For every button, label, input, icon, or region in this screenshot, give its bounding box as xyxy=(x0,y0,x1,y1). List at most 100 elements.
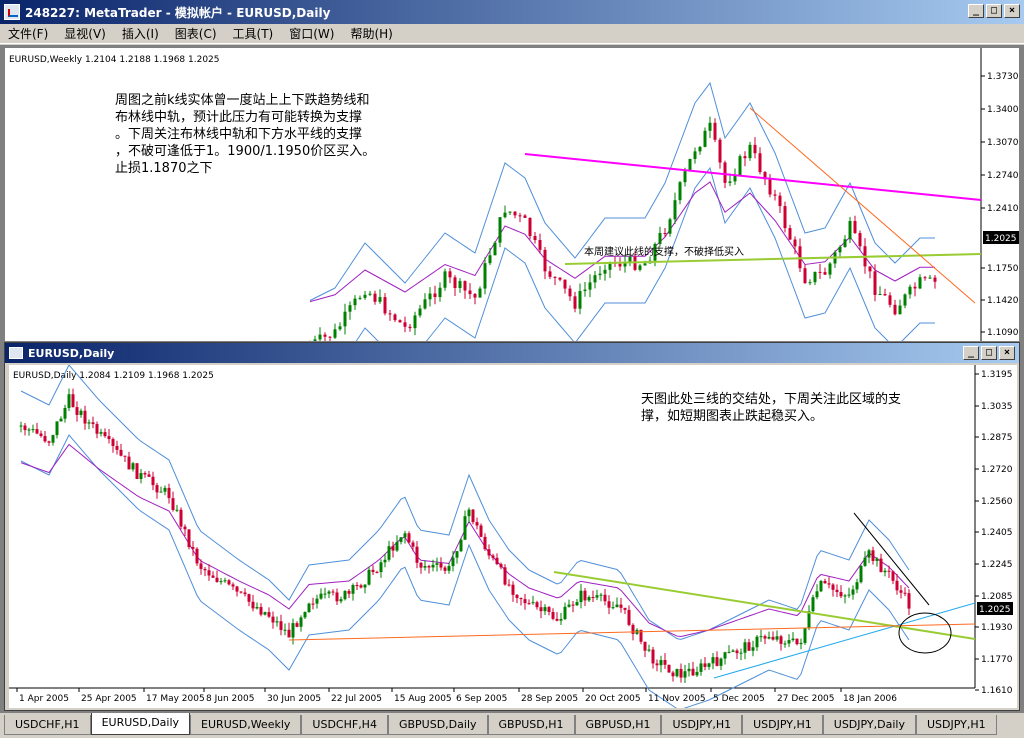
window-titlebar: 248227: MetaTrader - 模拟帐户 - EURUSD,Daily… xyxy=(0,0,1024,24)
weekly-candle xyxy=(873,271,877,295)
weekly-candle xyxy=(838,246,842,253)
tab-gbpusd-h1[interactable]: GBPUSD,H1 xyxy=(574,715,662,735)
tab-usdchf-h1[interactable]: USDCHF,H1 xyxy=(4,715,91,735)
menu-help[interactable]: 帮助(H) xyxy=(350,25,392,42)
menu-insert[interactable]: 插入(I) xyxy=(122,25,159,42)
daily-candle xyxy=(175,509,179,511)
daily-candle xyxy=(199,563,203,569)
weekly-candle xyxy=(888,295,892,305)
tab-usdjpy-h1[interactable]: USDJPY,H1 xyxy=(742,715,823,735)
weekly-candle xyxy=(713,122,717,140)
daily-candle xyxy=(643,641,647,651)
tab-usdjpy-daily[interactable]: USDJPY,Daily xyxy=(822,715,916,735)
daily-candle xyxy=(467,509,471,517)
weekly-candle xyxy=(373,293,377,302)
daily-close-button[interactable]: × xyxy=(999,346,1015,360)
daily-candle xyxy=(815,591,819,598)
daily-candle xyxy=(295,623,299,627)
daily-candle xyxy=(515,594,519,598)
daily-candle xyxy=(591,597,595,599)
daily-candle xyxy=(395,541,399,551)
daily-candle xyxy=(131,463,135,470)
daily-candle xyxy=(303,612,307,618)
restore-button[interactable]: □ xyxy=(986,4,1002,18)
daily-annotation: 天图此处三线的交结处，下周关注此区域的支 撑，如短期图表止跌起稳买入。 xyxy=(641,391,967,511)
weekly-candle xyxy=(823,272,827,275)
weekly-candle xyxy=(523,215,527,218)
daily-candle xyxy=(383,559,387,563)
menu-tools[interactable]: 工具(T) xyxy=(233,25,274,42)
tab-usdjpy-h1[interactable]: USDJPY,H1 xyxy=(915,715,997,735)
daily-price-tick-label: 1.1930 xyxy=(981,623,1013,633)
daily-price-tick-label: 1.2405 xyxy=(981,528,1013,538)
daily-candle xyxy=(183,526,187,530)
daily-candle xyxy=(39,433,43,436)
daily-candle xyxy=(139,473,143,479)
daily-candle xyxy=(771,636,775,640)
daily-candle xyxy=(575,602,579,606)
daily-date-tick-label: 11 Nov 2005 xyxy=(648,694,706,704)
daily-date-tick-label: 18 Jan 2006 xyxy=(843,694,897,704)
weekly-candle xyxy=(323,334,327,337)
tab-usdjpy-h1[interactable]: USDJPY,H1 xyxy=(661,715,743,735)
window-title: 248227: MetaTrader - 模拟帐户 - EURUSD,Daily xyxy=(25,5,331,20)
daily-candle xyxy=(363,584,367,588)
weekly-candle xyxy=(318,334,322,340)
daily-candle xyxy=(799,642,803,645)
weekly-price-tick-label: 1.3730 xyxy=(987,72,1019,82)
weekly-candle xyxy=(518,215,522,217)
daily-candle xyxy=(471,509,475,523)
daily-candle xyxy=(371,569,375,572)
daily-candle xyxy=(863,557,867,566)
menu-window[interactable]: 窗口(W) xyxy=(289,25,334,42)
daily-candle xyxy=(751,647,755,651)
minimize-button[interactable]: _ xyxy=(968,4,984,18)
daily-candle xyxy=(507,584,511,586)
daily-candle xyxy=(287,629,291,638)
daily-candle xyxy=(235,586,239,592)
daily-candle xyxy=(495,557,499,565)
daily-candle xyxy=(211,575,215,578)
weekly-candle xyxy=(538,240,542,250)
weekly-candle xyxy=(363,294,367,298)
tab-usdchf-h4[interactable]: USDCHF,H4 xyxy=(301,715,388,735)
daily-chart-window[interactable]: EURUSD,Daily _ □ × EURUSD,Daily 1.2084 1… xyxy=(4,342,1020,711)
tab-eurusd-weekly[interactable]: EURUSD,Weekly xyxy=(190,715,302,735)
daily-candle xyxy=(879,558,883,573)
daily-candle xyxy=(215,577,219,582)
menu-file[interactable]: 文件(F) xyxy=(8,25,48,42)
daily-candle xyxy=(323,593,327,595)
menu-charts[interactable]: 图表(C) xyxy=(175,25,217,42)
weekly-candle xyxy=(343,311,347,327)
daily-candle xyxy=(67,394,71,408)
daily-candle xyxy=(91,422,95,425)
tab-gbpusd-daily[interactable]: GBPUSD,Daily xyxy=(387,715,488,735)
daily-candle xyxy=(767,636,771,639)
tab-gbpusd-h1[interactable]: GBPUSD,H1 xyxy=(487,715,575,735)
daily-candle xyxy=(735,650,739,654)
daily-candle xyxy=(715,657,719,666)
daily-candle xyxy=(739,652,743,654)
weekly-candle xyxy=(668,219,672,234)
daily-restore-button[interactable]: □ xyxy=(981,346,997,360)
daily-candle xyxy=(171,498,175,510)
daily-date-tick-label: 8 Jun 2005 xyxy=(206,694,254,704)
weekly-candle xyxy=(828,263,832,275)
daily-candle xyxy=(527,603,531,605)
daily-minimize-button[interactable]: _ xyxy=(963,346,979,360)
daily-candle xyxy=(159,491,163,493)
close-button[interactable]: × xyxy=(1004,4,1020,18)
daily-candle xyxy=(123,455,127,457)
weekly-candle xyxy=(488,255,492,264)
weekly-chart-window[interactable]: EURUSD,Weekly 1.2104 1.2188 1.1968 1.202… xyxy=(4,47,1020,386)
daily-date-tick-label: 27 Dec 2005 xyxy=(777,694,835,704)
weekly-price-tick-label: 1.1420 xyxy=(987,296,1019,306)
daily-candle xyxy=(499,564,503,568)
weekly-candle xyxy=(348,305,352,312)
daily-candle xyxy=(319,593,323,599)
weekly-candle xyxy=(573,296,577,309)
daily-window-titlebar: EURUSD,Daily _ □ × xyxy=(5,343,1019,363)
tab-eurusd-daily[interactable]: EURUSD,Daily xyxy=(90,713,191,735)
menu-view[interactable]: 显视(V) xyxy=(64,25,106,42)
weekly-candle xyxy=(923,277,927,279)
